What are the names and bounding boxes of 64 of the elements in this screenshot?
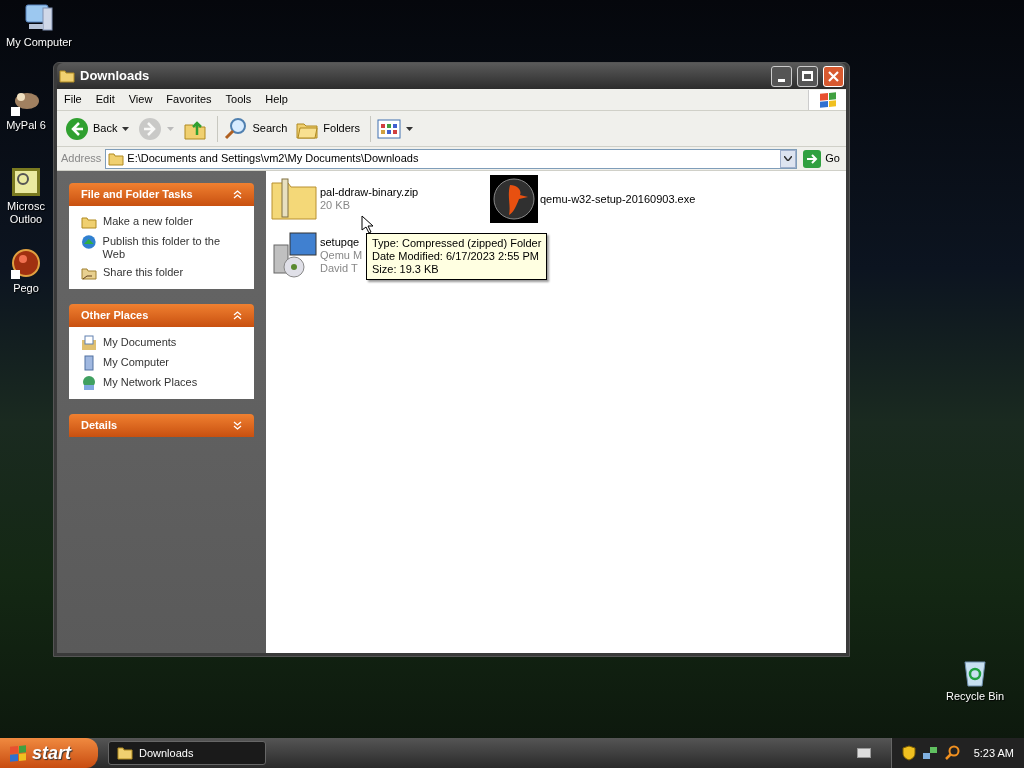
task-link[interactable]: My Documents — [103, 335, 177, 349]
installer-icon — [270, 231, 318, 279]
file-name: pal-ddraw-binary.zip — [320, 186, 419, 199]
windows-flag-icon — [10, 744, 26, 762]
zipped-folder-icon — [270, 177, 318, 221]
task-link[interactable]: Publish this folder to the Web — [102, 234, 242, 261]
menu-item[interactable]: Help — [258, 91, 295, 108]
documents-icon — [81, 335, 97, 351]
task-link[interactable]: Share this folder — [103, 265, 184, 279]
address-label: Address — [61, 151, 102, 167]
address-field[interactable]: E:\Documents and Settings\vm2\My Documents\Downloads — [105, 148, 798, 169]
tooltip-line: Type: Compressed (zipped) Folder — [372, 237, 542, 250]
desktop-icon-label[interactable]: Microsc Outloo — [0, 200, 52, 226]
globe-icon — [81, 234, 97, 250]
desktop-icon-label[interactable]: My Computer — [6, 36, 72, 49]
folder-icon — [117, 746, 133, 760]
folder-icon — [81, 214, 97, 230]
folder-icon — [108, 151, 125, 166]
clock: 5:23 AM — [973, 745, 1014, 761]
desktop-icon-label[interactable]: Pego — [13, 282, 39, 295]
go-button[interactable]: Go — [801, 149, 842, 168]
file-detail: Qemu M — [320, 248, 363, 262]
keyboard-icon[interactable] — [856, 748, 871, 758]
file-name: setupqe — [320, 235, 361, 249]
taskbar-button[interactable]: Downloads — [108, 741, 266, 765]
tooltip-line: Size: 19.3 KB — [372, 263, 440, 276]
close-button[interactable] — [823, 65, 844, 87]
search-icon — [224, 116, 249, 141]
minimize-button[interactable] — [771, 65, 792, 87]
task-link[interactable]: My Network Places — [103, 375, 198, 389]
menu-item[interactable]: Favorites — [159, 91, 219, 108]
desktop-icon-label[interactable]: MyPal 6 — [6, 119, 46, 132]
folders-button[interactable]: Folders — [293, 113, 362, 144]
back-button[interactable]: Back — [63, 113, 120, 144]
task-link[interactable]: My Computer — [103, 355, 170, 369]
file-name: qemu-w32-setup-20160903.exe — [540, 192, 696, 206]
download-entry[interactable]: pal-ddraw-binary.zip 20 KB — [270, 175, 490, 223]
window-title: Downloads — [80, 67, 151, 86]
folder-icon — [59, 69, 75, 83]
maximize-button[interactable] — [797, 65, 818, 87]
menu-item[interactable]: View — [121, 91, 160, 108]
search-button[interactable]: Search — [222, 113, 290, 144]
menu-item[interactable]: File — [57, 91, 89, 108]
file-detail: David T — [320, 261, 359, 275]
dropdown-arrow-icon[interactable] — [122, 126, 130, 131]
menu-item[interactable]: Edit — [88, 91, 122, 108]
desktop-icon-label[interactable]: Recycle Bin — [945, 690, 1005, 703]
tooltip-line: Date Modified: 6/17/2023 2:55 PM — [372, 250, 540, 263]
chevron-down-icon — [784, 156, 793, 161]
computer-icon — [23, 2, 55, 34]
shield-icon[interactable] — [901, 745, 916, 761]
shared-folder-icon — [81, 265, 97, 281]
search-icon[interactable] — [943, 745, 960, 761]
menu-item[interactable]: Tools — [218, 91, 259, 108]
close-icon — [828, 70, 839, 82]
bird-logo-icon — [490, 175, 538, 223]
task-link[interactable]: Make a new folder — [103, 214, 193, 228]
dropdown-arrow-icon[interactable] — [406, 126, 413, 131]
computer-icon — [81, 355, 97, 371]
file-detail: 20 KB — [320, 199, 351, 212]
dropdown-button[interactable] — [780, 149, 797, 168]
download-entry[interactable]: qemu-w32-setup-20160903.exe — [490, 175, 730, 223]
views-grid-icon — [377, 118, 401, 139]
ball-icon — [10, 248, 42, 280]
